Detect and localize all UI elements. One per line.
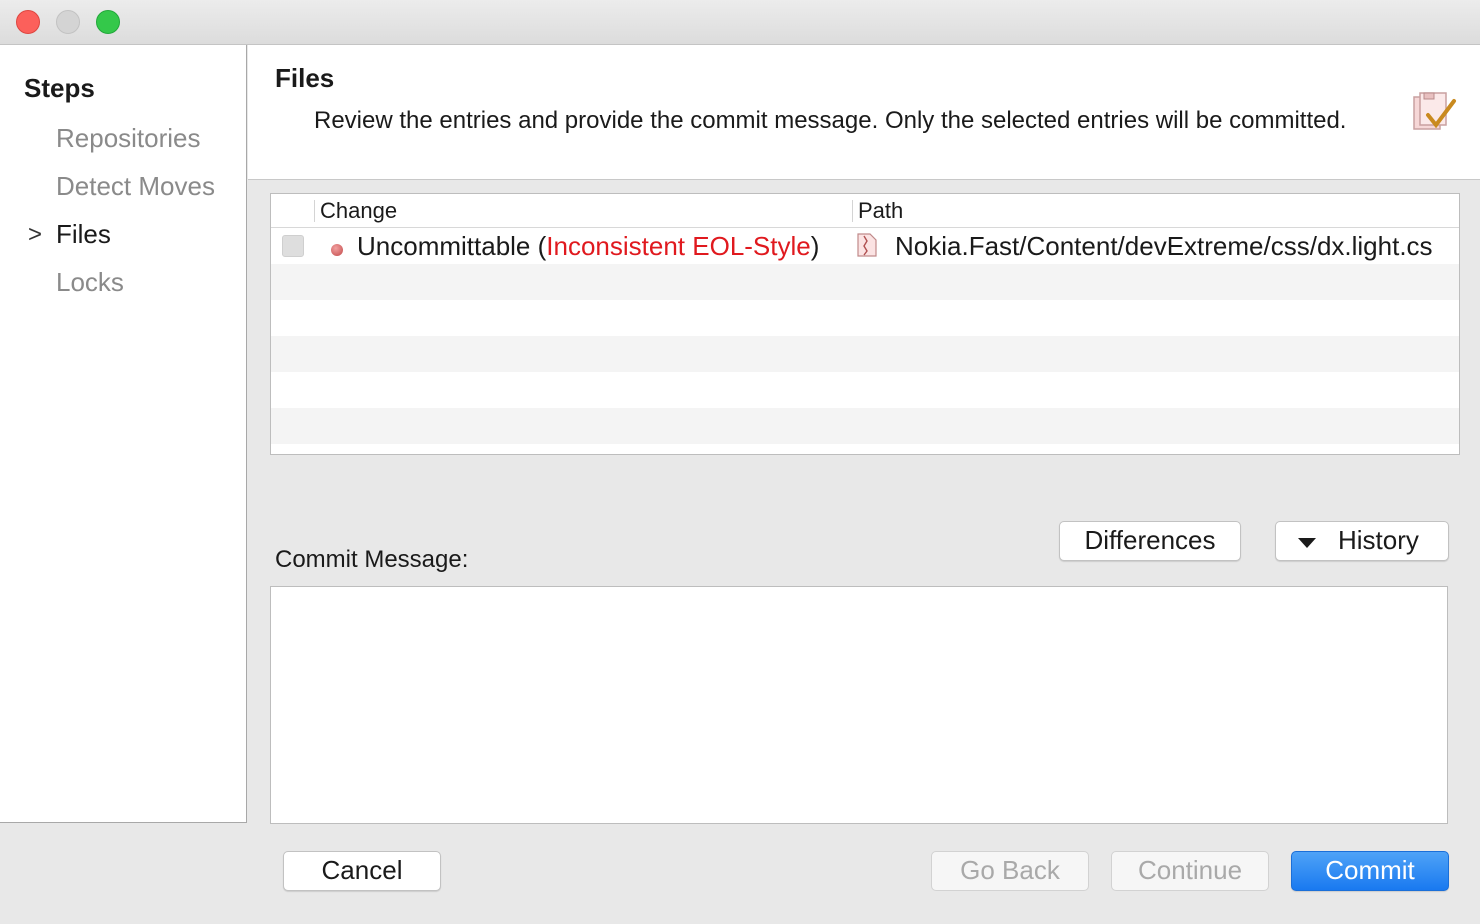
- empty-row: [271, 408, 1459, 444]
- change-status: Uncommittable (Inconsistent EOL-Style): [357, 231, 819, 262]
- commit-button[interactable]: Commit: [1291, 851, 1449, 891]
- differences-button[interactable]: Differences: [1059, 521, 1241, 561]
- step-detect-moves: Detect Moves: [56, 171, 215, 201]
- current-step-chevron-icon: >: [28, 221, 43, 248]
- cancel-button[interactable]: Cancel: [283, 851, 441, 891]
- page-description: Review the entries and provide the commi…: [314, 107, 1347, 134]
- commit-checklist-icon: [1413, 92, 1456, 130]
- file-path: Nokia.Fast/Content/devExtreme/css/dx.lig…: [895, 231, 1433, 261]
- file-conflict-icon: [857, 233, 877, 257]
- change-prefix: Uncommittable (: [357, 231, 547, 261]
- steps-title: Steps: [24, 73, 95, 103]
- go-back-button[interactable]: Go Back: [931, 851, 1089, 891]
- page-title: Files: [275, 63, 335, 93]
- continue-button[interactable]: Continue: [1111, 851, 1269, 891]
- empty-row: [271, 300, 1459, 336]
- column-divider: [852, 200, 853, 222]
- history-label: History: [1338, 525, 1419, 555]
- red-dot-icon: [331, 244, 343, 256]
- table-row[interactable]: Uncommittable (Inconsistent EOL-Style) N…: [271, 228, 1459, 264]
- dropdown-triangle-icon: [1298, 538, 1316, 548]
- row-checkbox[interactable]: [282, 235, 304, 257]
- commit-message-label: Commit Message:: [275, 546, 469, 573]
- history-button[interactable]: History: [1275, 521, 1449, 561]
- empty-row: [271, 336, 1459, 372]
- step-locks: Locks: [56, 267, 124, 297]
- column-header-change[interactable]: Change: [320, 198, 397, 224]
- window-titlebar: [0, 0, 1480, 45]
- maximize-window-button[interactable]: [96, 10, 120, 34]
- change-reason: Inconsistent EOL-Style: [546, 231, 811, 261]
- close-window-button[interactable]: [16, 10, 40, 34]
- files-table: Change Path Uncommittable (Inconsistent …: [270, 193, 1460, 455]
- step-files: Files: [56, 219, 111, 249]
- empty-row: [271, 264, 1459, 300]
- steps-sidebar: Steps Repositories Detect Moves > Files …: [0, 45, 247, 823]
- empty-row: [271, 372, 1459, 408]
- change-suffix: ): [810, 231, 820, 261]
- column-header-path[interactable]: Path: [858, 198, 903, 224]
- page-header: Files Review the entries and provide the…: [248, 45, 1480, 180]
- step-repositories: Repositories: [56, 123, 201, 153]
- column-divider: [314, 200, 315, 222]
- minimize-window-button[interactable]: [56, 10, 80, 34]
- commit-message-input[interactable]: [270, 586, 1448, 824]
- table-header: Change Path: [271, 194, 1459, 228]
